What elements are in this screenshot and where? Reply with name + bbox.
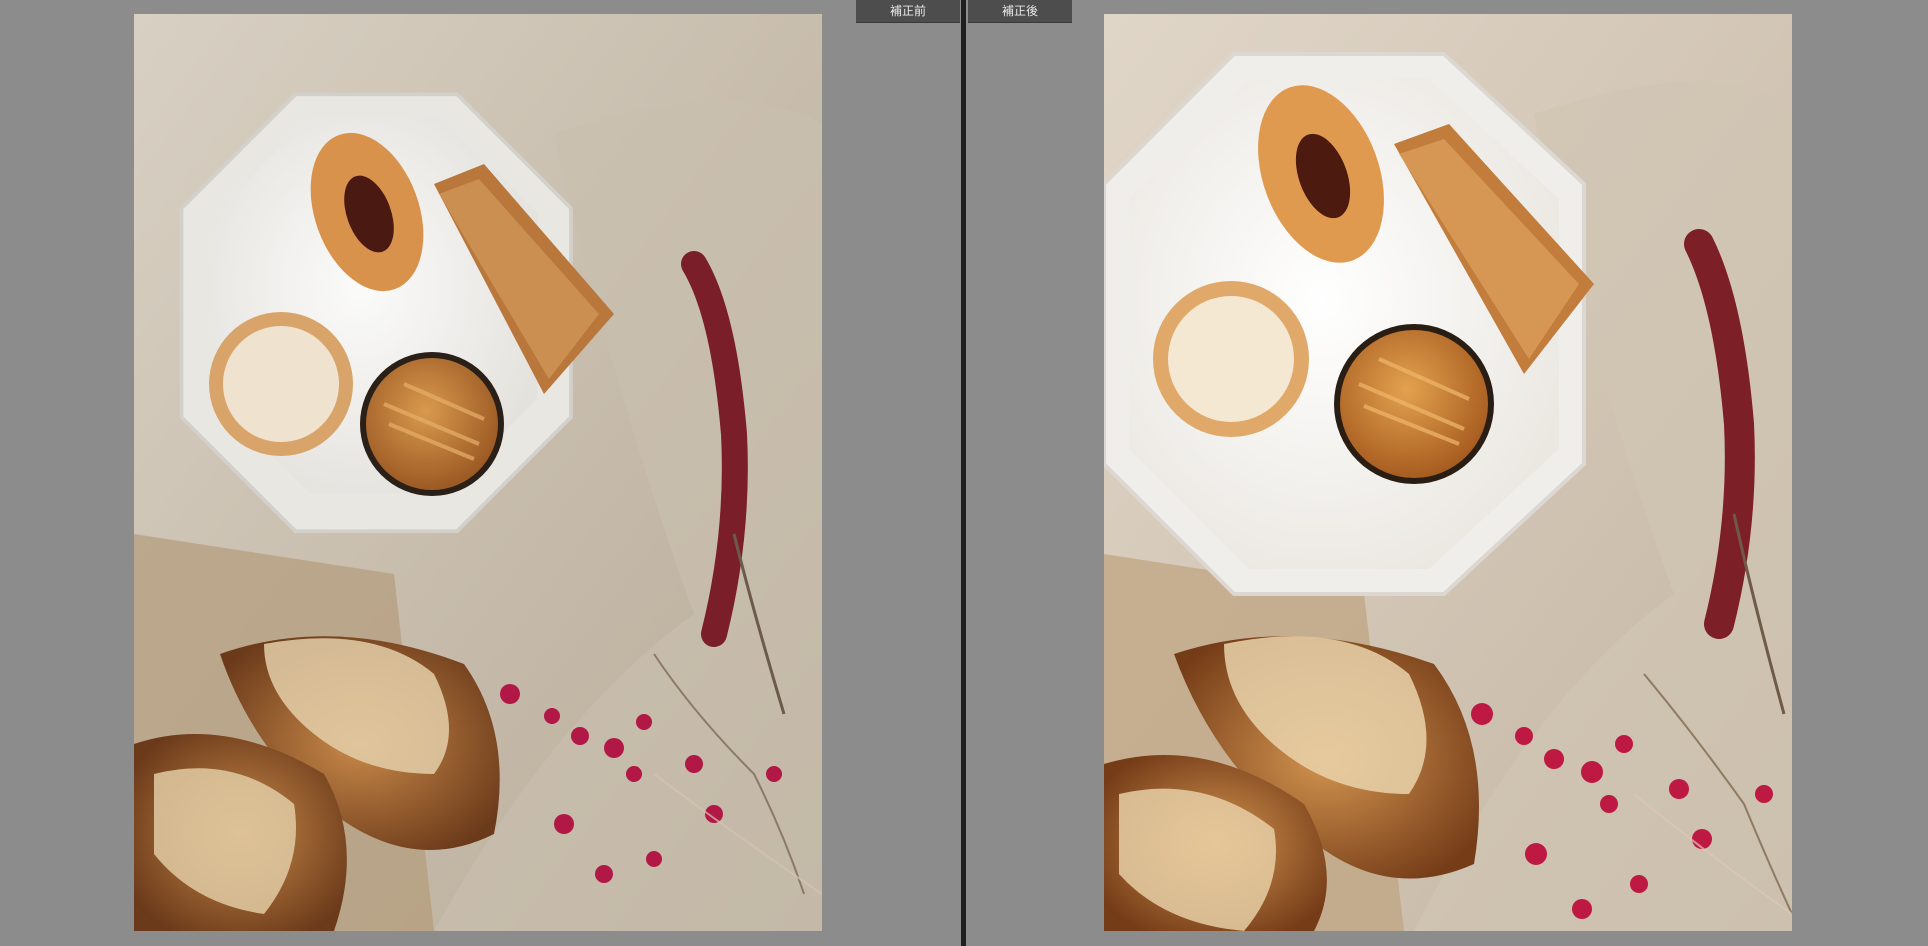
after-photo-image bbox=[1104, 14, 1792, 931]
before-label: 補正前 bbox=[856, 0, 960, 23]
before-photo-image bbox=[134, 14, 822, 931]
after-label: 補正後 bbox=[968, 0, 1072, 23]
before-pane[interactable]: 補正前 bbox=[0, 0, 962, 946]
after-photo[interactable] bbox=[1104, 14, 1792, 931]
after-pane[interactable]: 補正後 bbox=[966, 0, 1928, 946]
before-after-compare-view: 補正前 補正後 bbox=[0, 0, 1928, 946]
before-photo[interactable] bbox=[134, 14, 822, 931]
